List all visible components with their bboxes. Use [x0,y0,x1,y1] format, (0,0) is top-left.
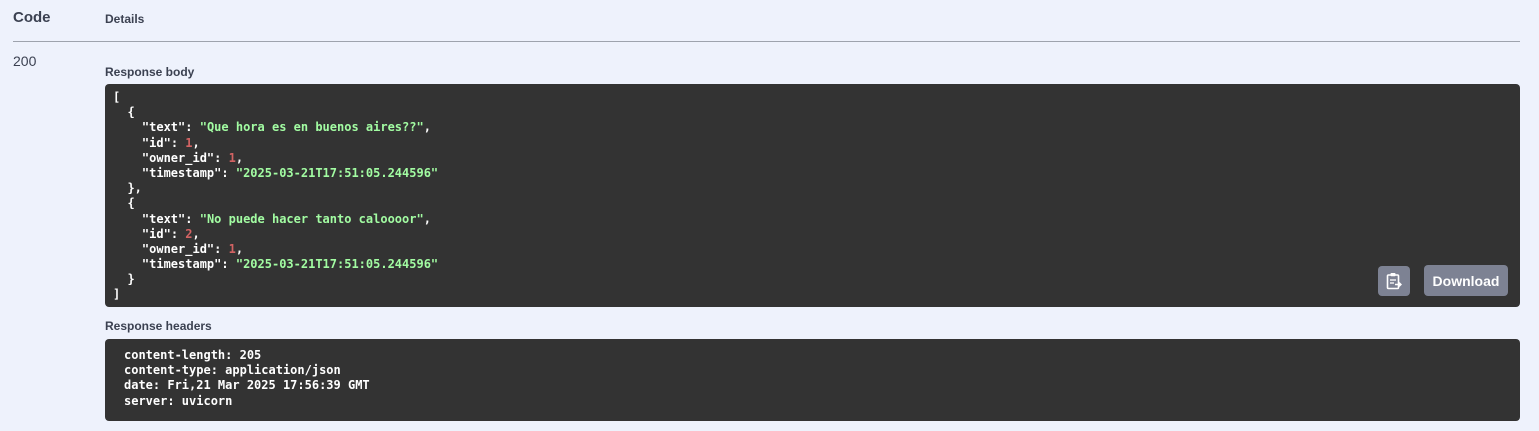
json-value-timestamp: 2025-03-21T17:51:05.244596 [243,165,431,180]
header-line: date: Fri,21 Mar 2025 17:56:39 GMT [124,378,370,393]
details-column-header: Details [105,12,145,26]
json-line: "id": 1, [141,135,200,150]
json-line: "text": "No puede hacer tanto caloooor", [141,211,431,226]
json-value-timestamp: 2025-03-21T17:51:05.244596 [243,257,431,272]
json-line: "owner_id": 1, [141,150,244,165]
response-status-code: 200 [13,53,37,69]
header-line: content-type: application/json [124,363,341,378]
response-headers-label: Response headers [105,319,212,333]
json-line: "id": 2, [141,226,200,241]
json-value-owner-id: 1 [228,150,236,165]
code-column-header: Code [13,9,51,26]
json-line: } [113,272,135,287]
json-line: "timestamp": "2025-03-21T17:51:05.244596… [141,257,439,272]
header-divider [13,41,1520,42]
json-value-id: 2 [185,226,193,241]
json-line: ] [113,287,121,302]
copy-to-clipboard-button[interactable] [1378,266,1410,296]
clipboard-copy-icon [1386,273,1402,290]
header-line: server: uvicorn [124,393,233,408]
response-body-code[interactable]: [ { "text": "Que hora es en buenos aires… [105,84,1520,307]
json-line: }, [113,181,142,196]
json-value-text: No puede hacer tanto caloooor [206,211,417,226]
json-value-id: 1 [185,135,193,150]
json-line: { [113,105,135,120]
response-body-label: Response body [105,65,195,79]
response-headers-code[interactable]: content-length: 205 content-type: applic… [105,339,1520,421]
json-line: "timestamp": "2025-03-21T17:51:05.244596… [141,165,439,180]
json-line: "owner_id": 1, [141,241,244,256]
json-value-owner-id: 1 [228,241,236,256]
download-button[interactable]: Download [1424,265,1508,296]
json-value-text: Que hora es en buenos aires?? [206,120,417,135]
json-line: [ [113,90,121,104]
json-line: "text": "Que hora es en buenos aires??", [141,120,431,135]
header-line: content-length: 205 [124,348,262,362]
json-line: { [113,196,135,211]
